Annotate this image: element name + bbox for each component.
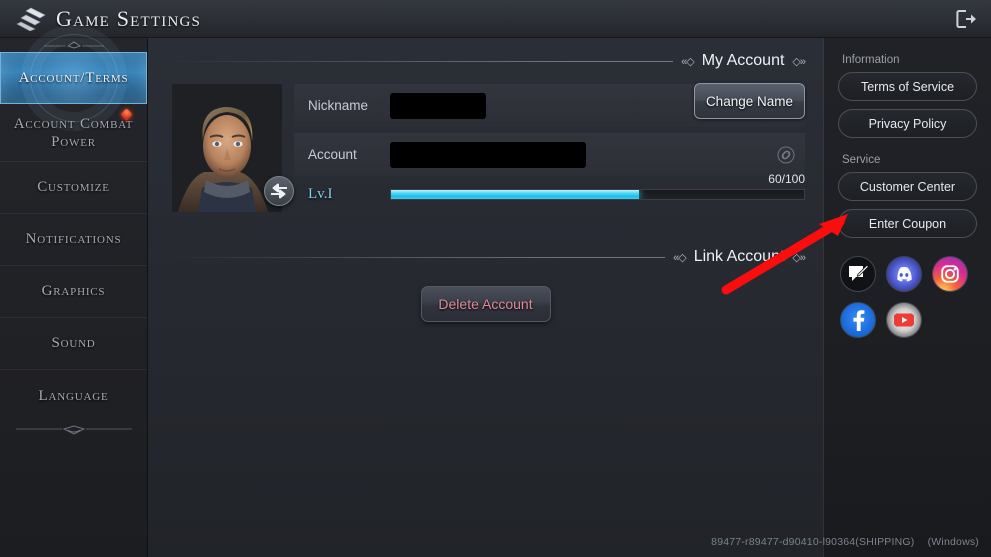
ornament-left-icon: «◇ bbox=[681, 55, 695, 68]
sidebar-item-account-combat-power[interactable]: Account Combat Power bbox=[0, 104, 147, 162]
progress-track bbox=[390, 189, 805, 200]
sidebar-item-label: Account Combat Power bbox=[13, 115, 134, 150]
account-area: Nickname Change Name Account Lv.I 60/100 bbox=[148, 83, 823, 212]
ornament-left-icon: «◇ bbox=[673, 251, 687, 264]
service-group-title: Service bbox=[842, 154, 881, 166]
page-title: Game Settings bbox=[56, 5, 202, 31]
game-settings-window: Game Settings Account/Terms Account Comb… bbox=[0, 0, 991, 557]
section-title: Link Account bbox=[693, 248, 785, 265]
sidebar-item-customize[interactable]: Customize bbox=[0, 162, 147, 214]
level-row: Lv.I 60/100 bbox=[294, 172, 805, 203]
header-rule-left bbox=[166, 256, 666, 258]
account-value[interactable] bbox=[390, 133, 805, 176]
instagram-icon[interactable] bbox=[932, 256, 968, 292]
level-progress: 60/100 bbox=[390, 172, 805, 200]
nickname-label: Nickname bbox=[308, 98, 369, 113]
delete-account-button[interactable]: Delete Account bbox=[420, 286, 551, 322]
terms-of-service-button[interactable]: Terms of Service bbox=[838, 72, 977, 101]
sidebar: Account/Terms Account Combat Power Custo… bbox=[0, 38, 148, 557]
account-label: Account bbox=[308, 147, 357, 162]
sidebar-item-sound[interactable]: Sound bbox=[0, 318, 147, 370]
ornament-right-icon: ◇» bbox=[792, 55, 806, 68]
account-row: Account bbox=[294, 133, 805, 176]
sidebar-item-label: Notifications bbox=[25, 231, 122, 247]
sidebar-item-graphics[interactable]: Graphics bbox=[0, 266, 147, 318]
title-bar: Game Settings bbox=[0, 0, 991, 38]
social-links bbox=[838, 256, 977, 338]
level-label: Lv.I bbox=[308, 186, 333, 202]
sidebar-item-label: Sound bbox=[51, 335, 96, 351]
sidebar-bottom-ornament bbox=[0, 424, 147, 438]
forum-icon[interactable] bbox=[840, 256, 876, 292]
youtube-icon[interactable] bbox=[886, 302, 922, 338]
redacted-value bbox=[390, 141, 586, 168]
swap-character-icon[interactable] bbox=[264, 176, 294, 206]
build-string: 89477-r89477-d90410-l90364(SHIPPING) bbox=[711, 536, 915, 548]
privacy-policy-button[interactable]: Privacy Policy bbox=[838, 109, 977, 138]
sidebar-item-language[interactable]: Language bbox=[0, 370, 147, 422]
sidebar-item-label: Customize bbox=[37, 179, 110, 195]
sidebar-nav: Account/Terms Account Combat Power Custo… bbox=[0, 52, 147, 422]
redacted-value bbox=[390, 92, 486, 119]
facebook-icon[interactable] bbox=[840, 302, 876, 338]
enter-coupon-button[interactable]: Enter Coupon bbox=[838, 209, 977, 238]
sidebar-item-label: Graphics bbox=[41, 283, 106, 299]
sidebar-top-ornament bbox=[0, 38, 147, 52]
platform-string: (Windows) bbox=[927, 536, 979, 548]
progress-fill bbox=[391, 190, 639, 199]
avatar-wrap bbox=[172, 84, 294, 212]
customer-center-button[interactable]: Customer Center bbox=[838, 172, 977, 201]
change-name-button[interactable]: Change Name bbox=[693, 83, 805, 119]
link-account-header: «◇ Link Account ◇» bbox=[166, 76, 991, 266]
link-icon[interactable] bbox=[777, 146, 795, 164]
level-progress-text: 60/100 bbox=[768, 172, 805, 186]
account-fields: Nickname Change Name Account Lv.I 60/100 bbox=[294, 83, 805, 212]
sidebar-item-label: Account/Terms bbox=[18, 69, 129, 86]
discord-icon[interactable] bbox=[886, 256, 922, 292]
nickname-row: Nickname Change Name bbox=[294, 83, 805, 127]
build-version: 89477-r89477-d90410-l90364(SHIPPING) (Wi… bbox=[711, 536, 979, 548]
sidebar-item-account-terms[interactable]: Account/Terms bbox=[0, 52, 147, 104]
section-title: My Account bbox=[701, 52, 785, 69]
game-logo-icon bbox=[14, 6, 48, 32]
main-content: «◇ My Account ◇» Nickname Change Name Ac… bbox=[148, 38, 991, 557]
sidebar-item-label: Language bbox=[38, 387, 109, 404]
header-rule-left bbox=[166, 60, 674, 62]
right-panel: Information Terms of Service Privacy Pol… bbox=[823, 38, 991, 557]
logout-icon[interactable] bbox=[951, 6, 981, 32]
ornament-right-icon: ◇» bbox=[792, 251, 806, 264]
my-account-header: «◇ My Account ◇» bbox=[166, 52, 991, 90]
sidebar-item-notifications[interactable]: Notifications bbox=[0, 214, 147, 266]
information-group-title: Information bbox=[842, 54, 900, 66]
